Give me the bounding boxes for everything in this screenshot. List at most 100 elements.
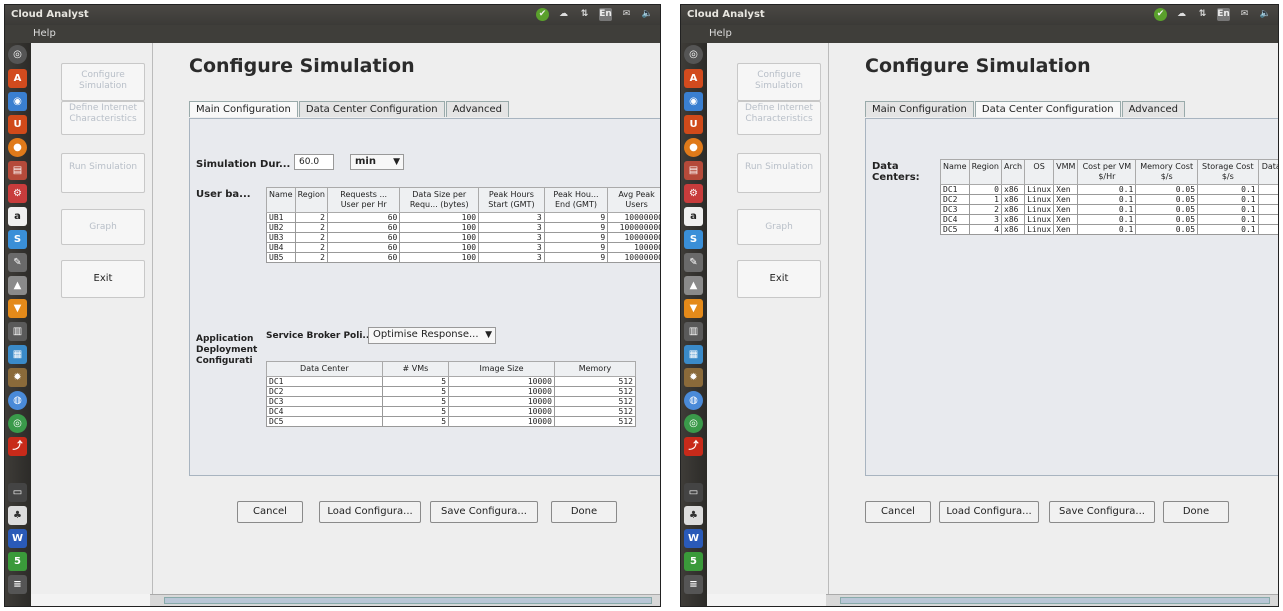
scroll-thumb[interactable] bbox=[840, 597, 1270, 604]
table-cell[interactable]: 2 bbox=[294, 242, 329, 253]
load-configuration-button[interactable]: Load Configura... bbox=[939, 501, 1039, 523]
table-cell[interactable]: DC2 bbox=[940, 194, 970, 205]
firefox-icon[interactable]: ● bbox=[684, 138, 703, 157]
table-cell[interactable]: 60 bbox=[326, 212, 401, 223]
table-cell[interactable]: 0.05 bbox=[1135, 224, 1199, 235]
table-cell[interactable]: 0.1 bbox=[1077, 194, 1137, 205]
firefox-icon[interactable]: ● bbox=[8, 138, 27, 157]
userbase-table[interactable]: Name Region Requests ... User per Hr Data S… bbox=[266, 187, 660, 263]
scroll-thumb[interactable] bbox=[164, 597, 652, 604]
table-cell[interactable]: DC1 bbox=[940, 184, 970, 195]
table-cell[interactable]: 9 bbox=[543, 212, 609, 223]
dash-icon[interactable]: ◎ bbox=[684, 45, 703, 64]
tools-icon[interactable]: ✎ bbox=[684, 253, 703, 272]
table-cell[interactable]: 3 bbox=[478, 252, 545, 263]
table-cell[interactable]: Xen bbox=[1053, 194, 1079, 205]
files-icon[interactable]: ▤ bbox=[684, 161, 703, 180]
define-internet-button[interactable]: Define Internet Characteristics bbox=[737, 101, 821, 135]
column-header[interactable]: Memory Cost $/s bbox=[1135, 159, 1199, 185]
table-row[interactable]: DC3 5 10000 512 bbox=[266, 396, 637, 407]
table-cell[interactable]: x86 bbox=[1000, 184, 1026, 195]
table-cell[interactable]: 5 bbox=[381, 396, 450, 407]
table-cell[interactable]: 10000 bbox=[448, 386, 555, 397]
table-cell[interactable]: 0.05 bbox=[1135, 214, 1199, 225]
table-cell[interactable]: 5 bbox=[381, 386, 450, 397]
tab-main-configuration[interactable]: Main Configuration bbox=[189, 101, 298, 117]
configure-simulation-button[interactable]: Configure Simulation bbox=[61, 63, 145, 101]
table-row[interactable]: DC2 1 x86 Linux Xen 0.1 0.05 0.1 bbox=[940, 194, 1278, 205]
run-simulation-button[interactable]: Run Simulation bbox=[61, 153, 145, 193]
table-cell[interactable]: 100 bbox=[399, 222, 480, 233]
service-broker-select[interactable]: Optimise Response... ▼ bbox=[368, 327, 496, 344]
chrome-icon[interactable]: ◎ bbox=[684, 414, 703, 433]
column-header[interactable]: Requests ... User per Hr bbox=[326, 187, 401, 213]
tab-data-center-configuration[interactable]: Data Center Configuration bbox=[974, 101, 1121, 117]
table-row[interactable]: DC5 5 10000 512 bbox=[266, 416, 637, 427]
app-w-icon[interactable]: W bbox=[684, 529, 703, 548]
app-s-icon[interactable]: S bbox=[8, 230, 27, 249]
table-cell[interactable]: 60 bbox=[326, 232, 401, 243]
app-settings-icon[interactable]: ⚙ bbox=[684, 184, 703, 203]
dash-icon[interactable]: ◎ bbox=[8, 45, 27, 64]
table-cell[interactable]: 100000 bbox=[607, 242, 660, 253]
app-s-icon[interactable]: S bbox=[684, 230, 703, 249]
table-cell[interactable]: 60 bbox=[326, 222, 401, 233]
terminal-icon[interactable]: ▭ bbox=[8, 483, 27, 502]
table-cell[interactable] bbox=[1257, 214, 1278, 225]
table-cell[interactable]: 1 bbox=[968, 194, 1003, 205]
table-cell[interactable] bbox=[1257, 204, 1278, 215]
table-row[interactable]: DC1 0 x86 Linux Xen 0.1 0.05 0.1 bbox=[940, 184, 1278, 195]
table-cell[interactable]: 9 bbox=[543, 222, 609, 233]
browser-icon[interactable]: ◉ bbox=[684, 92, 703, 111]
pdf-icon[interactable]: ⤴ bbox=[8, 437, 27, 456]
keyboard-icon[interactable]: En bbox=[1217, 8, 1230, 21]
table-cell[interactable]: DC2 bbox=[266, 386, 383, 397]
tab-main-configuration[interactable]: Main Configuration bbox=[865, 101, 974, 117]
table-cell[interactable]: DC4 bbox=[940, 214, 970, 225]
column-header[interactable]: VMM bbox=[1053, 159, 1079, 185]
chart-app-icon[interactable]: ▲ bbox=[8, 276, 27, 295]
table-cell[interactable]: 2 bbox=[294, 232, 329, 243]
browser-icon[interactable]: ◉ bbox=[8, 92, 27, 111]
done-button[interactable]: Done bbox=[1163, 501, 1229, 523]
load-configuration-button[interactable]: Load Configura... bbox=[319, 501, 421, 523]
tab-advanced[interactable]: Advanced bbox=[1121, 101, 1185, 117]
table-cell[interactable]: DC1 bbox=[266, 376, 383, 387]
column-header[interactable]: Image Size bbox=[448, 361, 555, 377]
app-a-icon[interactable]: A bbox=[684, 69, 703, 88]
column-header[interactable]: Name bbox=[266, 187, 296, 213]
chrome-icon[interactable]: ◎ bbox=[8, 414, 27, 433]
table-cell[interactable]: 60 bbox=[326, 252, 401, 263]
table-row[interactable]: DC2 5 10000 512 bbox=[266, 386, 637, 397]
amazon-icon[interactable]: a bbox=[8, 207, 27, 226]
table-cell[interactable]: 10000 bbox=[448, 376, 555, 387]
tools-icon[interactable]: ✎ bbox=[8, 253, 27, 272]
table-cell[interactable]: 2 bbox=[294, 212, 329, 223]
table-cell[interactable]: 60 bbox=[326, 242, 401, 253]
volume-icon[interactable]: 🔈 bbox=[641, 8, 654, 21]
save-configuration-button[interactable]: Save Configura... bbox=[430, 501, 538, 523]
mail-icon[interactable]: ✉ bbox=[1238, 8, 1251, 21]
table-cell[interactable]: 100 bbox=[399, 212, 480, 223]
table-cell[interactable]: 0.05 bbox=[1135, 194, 1199, 205]
column-header[interactable]: Data Center bbox=[266, 361, 383, 377]
table-cell[interactable]: x86 bbox=[1000, 224, 1026, 235]
gear-icon[interactable]: ✹ bbox=[8, 368, 27, 387]
deployment-table[interactable]: Data Center # VMs Image Size Memory DC1 5 1000… bbox=[266, 361, 637, 427]
column-header[interactable]: Cost per VM $/Hr bbox=[1077, 159, 1137, 185]
volume-icon[interactable]: 🔈 bbox=[1259, 8, 1272, 21]
table-cell[interactable]: UB3 bbox=[266, 232, 296, 243]
sim-duration-input[interactable]: 60.0 bbox=[294, 154, 334, 170]
table-cell[interactable]: Linux bbox=[1024, 204, 1055, 215]
table-cell[interactable]: DC5 bbox=[940, 224, 970, 235]
table-cell[interactable]: 0.1 bbox=[1197, 194, 1259, 205]
column-header[interactable]: Arch bbox=[1000, 159, 1026, 185]
table-cell[interactable]: 512 bbox=[553, 416, 637, 427]
gear-icon[interactable]: ✹ bbox=[684, 368, 703, 387]
table-cell[interactable] bbox=[1257, 194, 1278, 205]
keyboard-icon[interactable]: En bbox=[599, 8, 612, 21]
table-cell[interactable]: 5 bbox=[381, 416, 450, 427]
app-settings-icon[interactable]: ⚙ bbox=[8, 184, 27, 203]
column-header[interactable]: Peak Hou... End (GMT) bbox=[543, 187, 609, 213]
doc-app-icon[interactable]: ▦ bbox=[684, 345, 703, 364]
